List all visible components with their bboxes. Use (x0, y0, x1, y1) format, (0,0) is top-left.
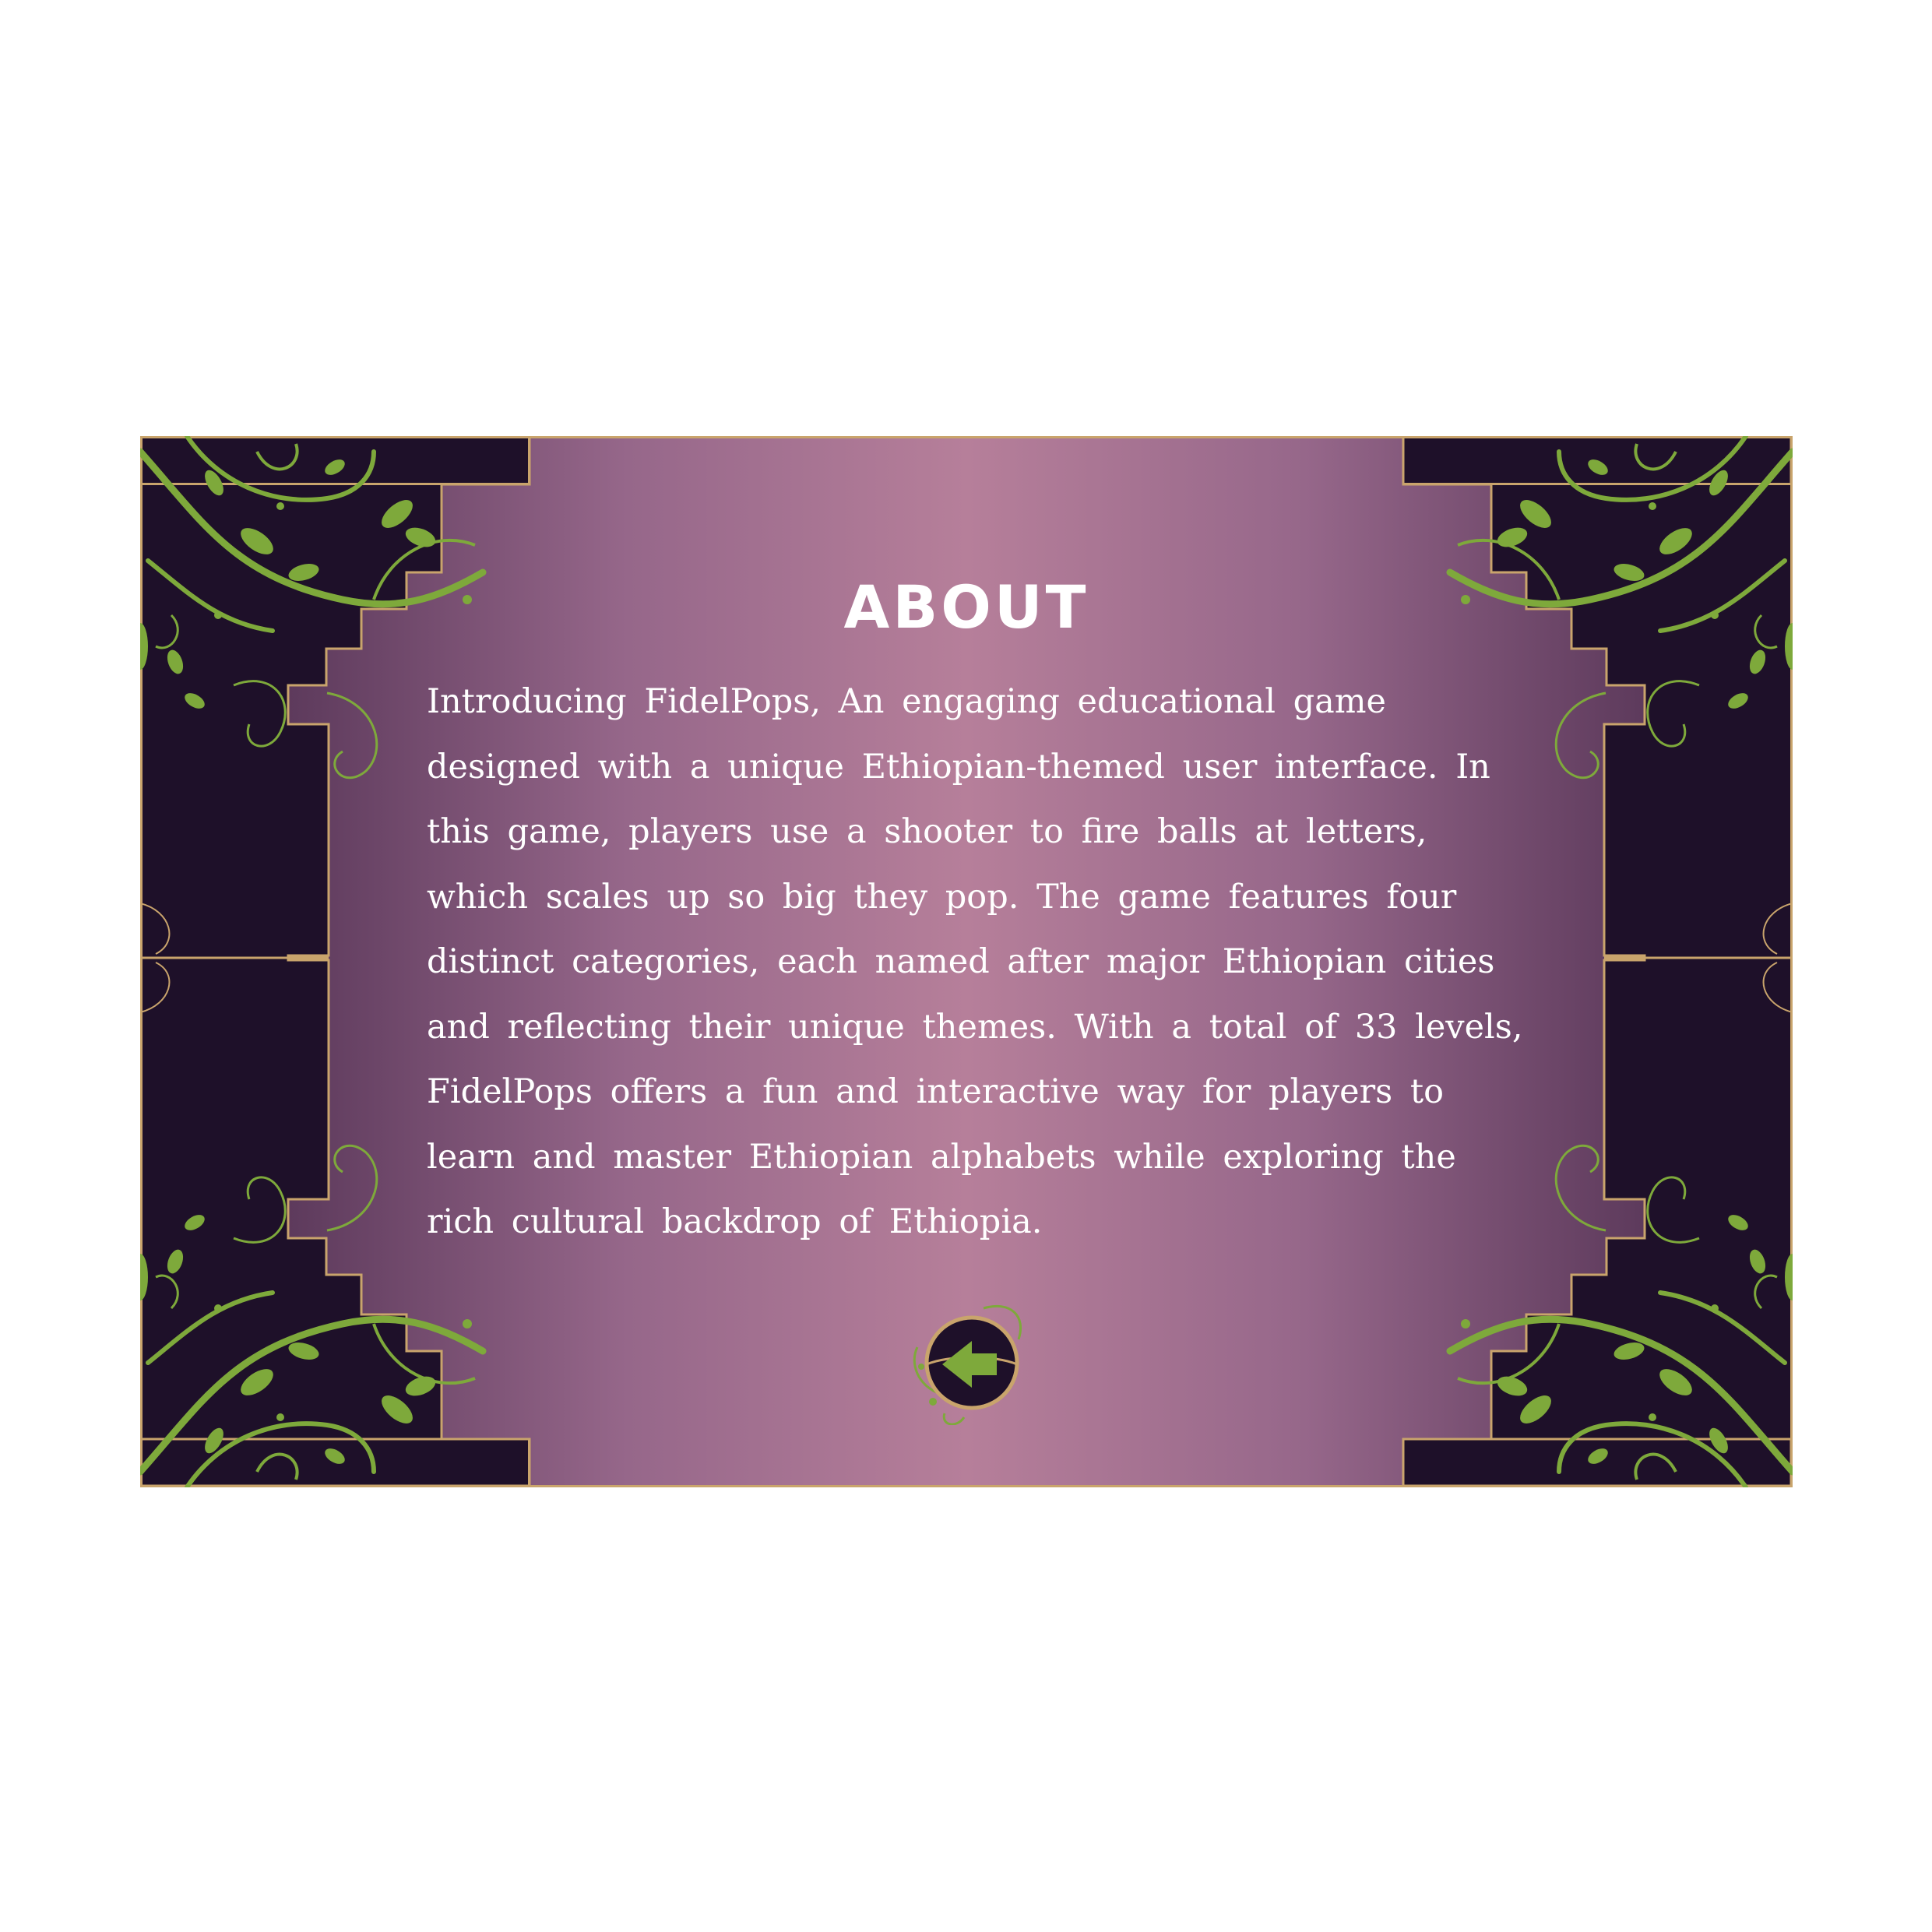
about-panel: ABOUT Introducing FidelPops, An engaging… (140, 436, 1793, 1487)
back-button[interactable] (910, 1300, 1034, 1425)
about-description: Introducing FidelPops, An engaging educa… (427, 682, 1523, 1241)
about-screen: ABOUT Introducing FidelPops, An engaging… (0, 0, 1932, 1932)
page-title: ABOUT (843, 572, 1089, 642)
arrow-left-icon (913, 1304, 1022, 1425)
